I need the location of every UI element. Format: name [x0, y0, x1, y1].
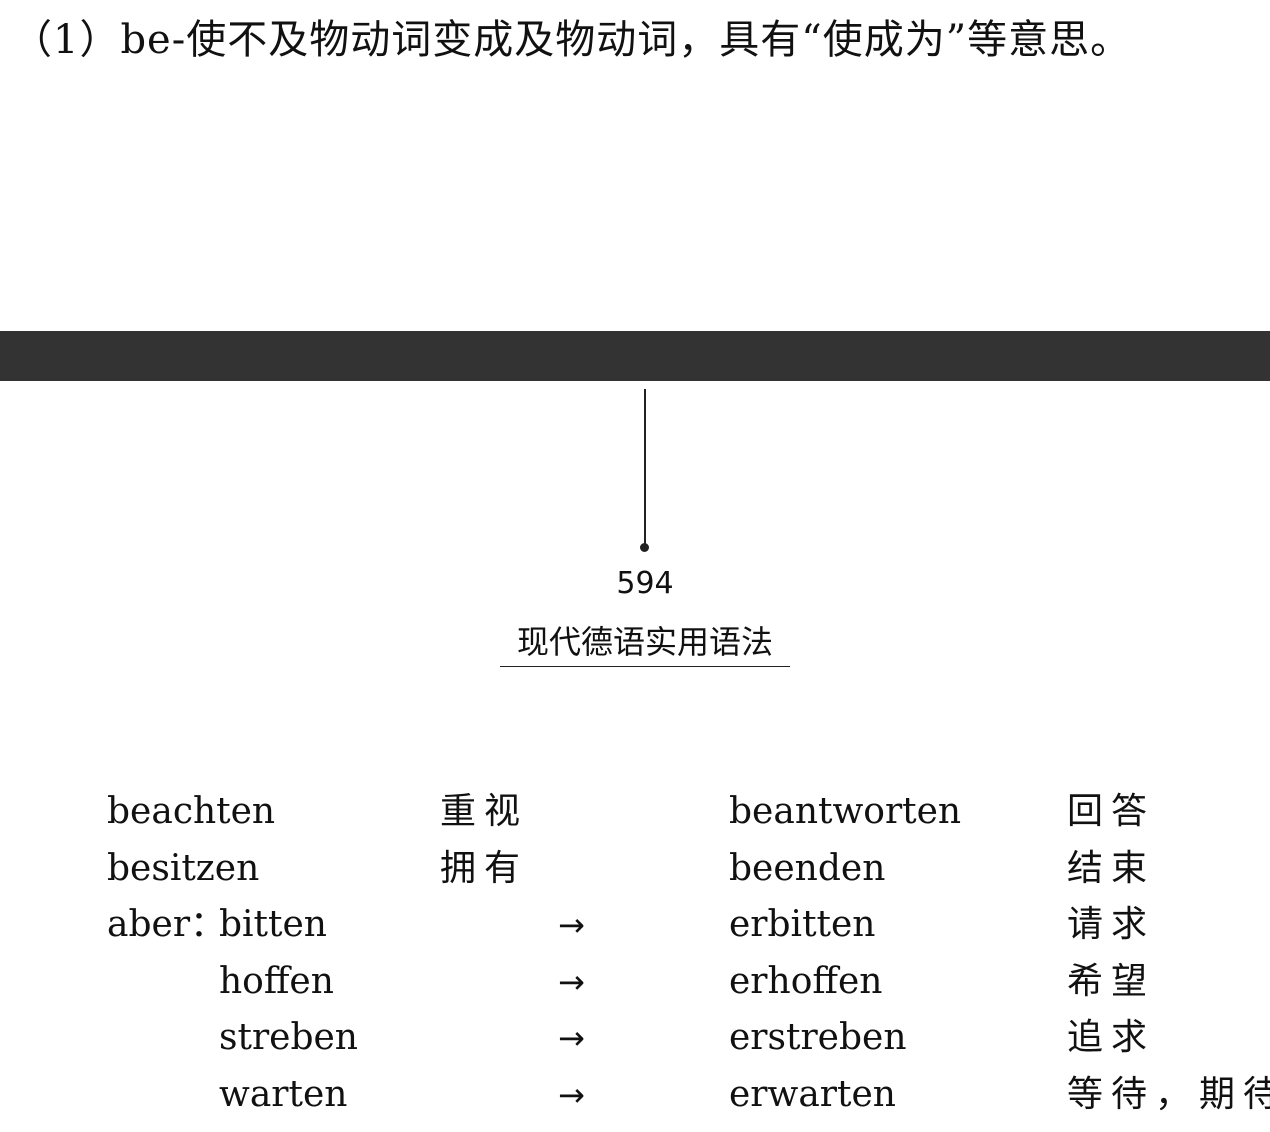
- page-number: 594: [616, 566, 674, 601]
- vocab-row: beachten 重视 beantworten 回答: [0, 784, 1270, 841]
- base-verb: hoffen: [219, 960, 334, 1002]
- vocab-row: warten → erwarten 等待，期待: [0, 1067, 1270, 1124]
- base-verb: besitzen: [107, 847, 260, 889]
- base-verb-meaning: 拥有: [440, 847, 529, 889]
- right-arrow-icon: →: [558, 962, 585, 1001]
- right-arrow-icon: →: [558, 906, 585, 945]
- base-verb: streben: [219, 1017, 358, 1059]
- right-arrow-icon: →: [558, 1019, 585, 1058]
- page-number-leader-line: [644, 389, 646, 547]
- vocab-row: aber： bitten → erbitten 请求: [0, 897, 1270, 954]
- contrast-label: aber：: [107, 904, 227, 946]
- derived-verb: beantworten: [729, 791, 962, 832]
- derived-verb-meaning: 希望: [1067, 960, 1156, 1002]
- vocab-row: hoffen → erhoffen 希望: [0, 954, 1270, 1011]
- vocab-row: besitzen 拥有 beenden 结束: [0, 841, 1270, 898]
- right-arrow-icon: →: [558, 1075, 585, 1114]
- base-verb: beachten: [107, 791, 276, 832]
- derived-verb-meaning: 回答: [1067, 791, 1156, 832]
- section-heading: （1）be-使不及物动词变成及物动词，具有“使成为”等意思。: [12, 17, 1132, 63]
- derived-verb: erbitten: [729, 904, 876, 946]
- page-number-leader-dot: [640, 543, 649, 552]
- vocab-row: streben → erstreben 追求: [0, 1010, 1270, 1067]
- base-verb-meaning: 重视: [440, 791, 529, 832]
- derived-verb: erwarten: [729, 1073, 896, 1115]
- derived-verb-meaning: 结束: [1067, 847, 1156, 889]
- derived-verb-meaning: 请求: [1067, 904, 1156, 946]
- base-verb: bitten: [219, 904, 327, 946]
- derived-verb-meaning: 等待，期待: [1067, 1073, 1270, 1115]
- page-header-band: [0, 331, 1270, 381]
- derived-verb: erstreben: [729, 1017, 907, 1059]
- derived-verb: beenden: [729, 847, 886, 889]
- vocabulary-table: beachten 重视 beantworten 回答 besitzen 拥有 b…: [0, 784, 1270, 1124]
- derived-verb: erhoffen: [729, 960, 883, 1002]
- derived-verb-meaning: 追求: [1067, 1017, 1156, 1059]
- base-verb: warten: [219, 1073, 348, 1115]
- book-title: 现代德语实用语法: [500, 622, 790, 667]
